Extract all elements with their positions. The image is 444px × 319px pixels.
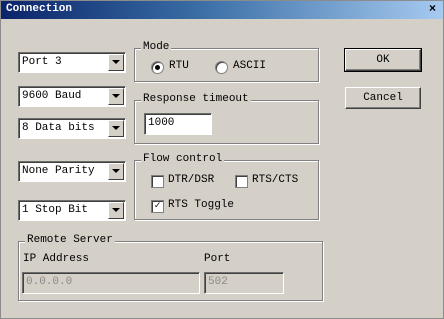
port-value: 502 (208, 276, 228, 288)
chevron-down-icon (112, 169, 120, 173)
response-timeout-group: Response timeout 1000 (134, 93, 319, 144)
ascii-label[interactable]: ASCII (233, 60, 266, 72)
response-timeout-value: 1000 (148, 117, 175, 129)
baud-combo[interactable]: 9600 Baud (18, 86, 126, 107)
response-timeout-field[interactable]: 1000 (144, 113, 212, 135)
dtr-dsr-label[interactable]: DTR/DSR (168, 174, 214, 186)
parity-value: None Parity (22, 165, 95, 177)
close-icon[interactable]: × (425, 2, 440, 17)
connection-dialog: Connection × Port 3 9600 Baud 8 Data bit… (0, 0, 444, 319)
ascii-radio[interactable] (215, 61, 228, 74)
title-bar[interactable]: Connection × (1, 1, 443, 19)
response-timeout-legend: Response timeout (141, 93, 251, 105)
rtu-label[interactable]: RTU (169, 60, 189, 72)
dropdown-button[interactable] (108, 54, 124, 71)
dtr-dsr-checkbox[interactable] (151, 175, 164, 188)
data-bits-value: 8 Data bits (22, 122, 95, 134)
ip-address-field[interactable]: 0.0.0.0 (22, 272, 200, 294)
stop-bits-value: 1 Stop Bit (22, 204, 89, 216)
cancel-button[interactable]: Cancel (345, 87, 421, 109)
mode-legend: Mode (141, 41, 172, 53)
rts-cts-label[interactable]: RTS/CTS (252, 174, 298, 186)
stop-bits-combo[interactable]: 1 Stop Bit (18, 200, 126, 221)
chevron-down-icon (112, 126, 120, 130)
data-bits-combo[interactable]: 8 Data bits (18, 118, 126, 139)
rts-toggle-label[interactable]: RTS Toggle (168, 199, 234, 211)
rts-cts-checkbox[interactable] (235, 175, 248, 188)
remote-server-legend: Remote Server (25, 234, 115, 246)
ip-address-value: 0.0.0.0 (26, 276, 73, 288)
remote-server-group: Remote Server IP Address Port 0.0.0.0 50… (18, 234, 323, 301)
rts-toggle-checkbox[interactable]: ✓ (151, 200, 164, 213)
port-combo[interactable]: Port 3 (18, 52, 126, 73)
ip-address-label: IP Address (23, 253, 90, 265)
dropdown-button[interactable] (108, 202, 124, 219)
port-value: Port 3 (22, 56, 62, 68)
rtu-radio[interactable] (151, 61, 164, 74)
port-field[interactable]: 502 (204, 272, 284, 294)
chevron-down-icon (112, 208, 120, 212)
port-label: Port (204, 253, 231, 265)
dropdown-button[interactable] (108, 120, 124, 137)
mode-group: Mode RTU ASCII (134, 41, 319, 82)
dropdown-button[interactable] (108, 163, 124, 180)
window-title: Connection (6, 3, 73, 15)
flow-control-legend: Flow control (141, 153, 225, 165)
parity-combo[interactable]: None Parity (18, 161, 126, 182)
dropdown-button[interactable] (108, 88, 124, 105)
ok-button[interactable]: OK (344, 48, 422, 72)
chevron-down-icon (112, 60, 120, 64)
baud-value: 9600 Baud (22, 90, 82, 102)
chevron-down-icon (112, 94, 120, 98)
flow-control-group: Flow control DTR/DSR RTS/CTS ✓ RTS Toggl… (134, 153, 319, 220)
